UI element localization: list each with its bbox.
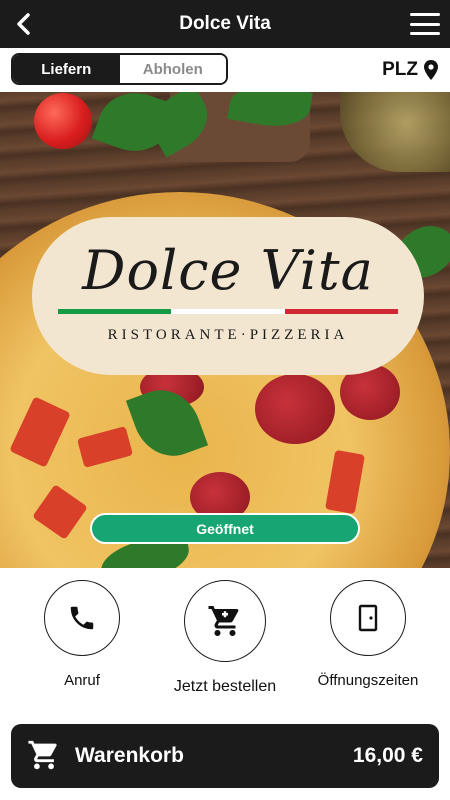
order-mode-row: Liefern Abholen PLZ (0, 48, 450, 92)
tab-pickup[interactable]: Abholen (119, 55, 226, 83)
opening-hours-button[interactable] (330, 580, 406, 656)
logo-title: Dolce Vita (82, 239, 374, 302)
app-header: Dolce Vita (0, 0, 450, 48)
phone-icon (70, 606, 94, 630)
italian-flag-stripe (58, 309, 398, 314)
oil-bottle (340, 92, 450, 172)
opening-status-badge[interactable]: Geöffnet (90, 513, 360, 544)
cart-label: Warenkorb (75, 744, 184, 767)
opening-hours-action[interactable]: Öffnungszeiten (303, 580, 433, 690)
postcode-label: PLZ (382, 59, 418, 80)
order-now-button[interactable] (184, 580, 266, 662)
call-button[interactable] (44, 580, 120, 656)
shopping-cart-icon (208, 606, 239, 636)
order-now-action[interactable]: Jetzt bestellen (160, 580, 290, 695)
page-title: Dolce Vita (179, 13, 271, 34)
postcode-selector[interactable]: PLZ (382, 56, 438, 84)
shopping-cart-icon (28, 740, 57, 770)
order-now-label: Jetzt bestellen (173, 678, 277, 695)
tab-delivery[interactable]: Liefern (13, 55, 120, 83)
call-label: Anruf (64, 672, 100, 689)
restaurant-logo: Dolce Vita RISTORANTE·PIZZERIA (32, 217, 424, 375)
hero-banner: Dolce Vita RISTORANTE·PIZZERIA Geöffnet (0, 92, 450, 568)
pepperoni (255, 374, 335, 444)
cart-bar[interactable]: Warenkorb 16,00 € (11, 724, 439, 788)
opening-hours-label: Öffnungszeiten (317, 672, 419, 689)
location-pin-icon (424, 60, 438, 80)
logo-subtitle: RISTORANTE·PIZZERIA (107, 327, 349, 343)
hamburger-menu-icon[interactable] (408, 10, 442, 38)
door-icon (358, 604, 378, 632)
tomato (34, 93, 92, 149)
call-action[interactable]: Anruf (17, 580, 147, 690)
order-mode-toggle: Liefern Abholen (11, 53, 228, 85)
cart-total: 16,00 € (352, 744, 423, 767)
